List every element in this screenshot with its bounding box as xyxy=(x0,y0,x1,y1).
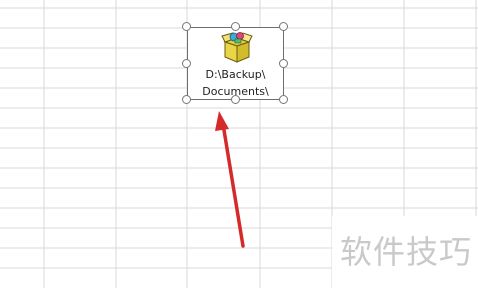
embedded-package-object[interactable]: D:\Backup\ Documents\ xyxy=(187,27,284,100)
resize-handle-bottom[interactable] xyxy=(231,95,240,104)
resize-handle-bottom-right[interactable] xyxy=(279,95,288,104)
resize-handle-left[interactable] xyxy=(182,59,191,68)
resize-handle-right[interactable] xyxy=(279,59,288,68)
resize-handle-top[interactable] xyxy=(231,22,240,31)
watermark-text: 软件技巧 xyxy=(340,233,473,271)
resize-handle-top-left[interactable] xyxy=(182,22,191,31)
resize-handle-bottom-left[interactable] xyxy=(182,95,191,104)
object-label-line-1: D:\Backup\ xyxy=(205,68,266,81)
resize-handle-top-right[interactable] xyxy=(279,22,288,31)
package-icon xyxy=(221,32,253,63)
